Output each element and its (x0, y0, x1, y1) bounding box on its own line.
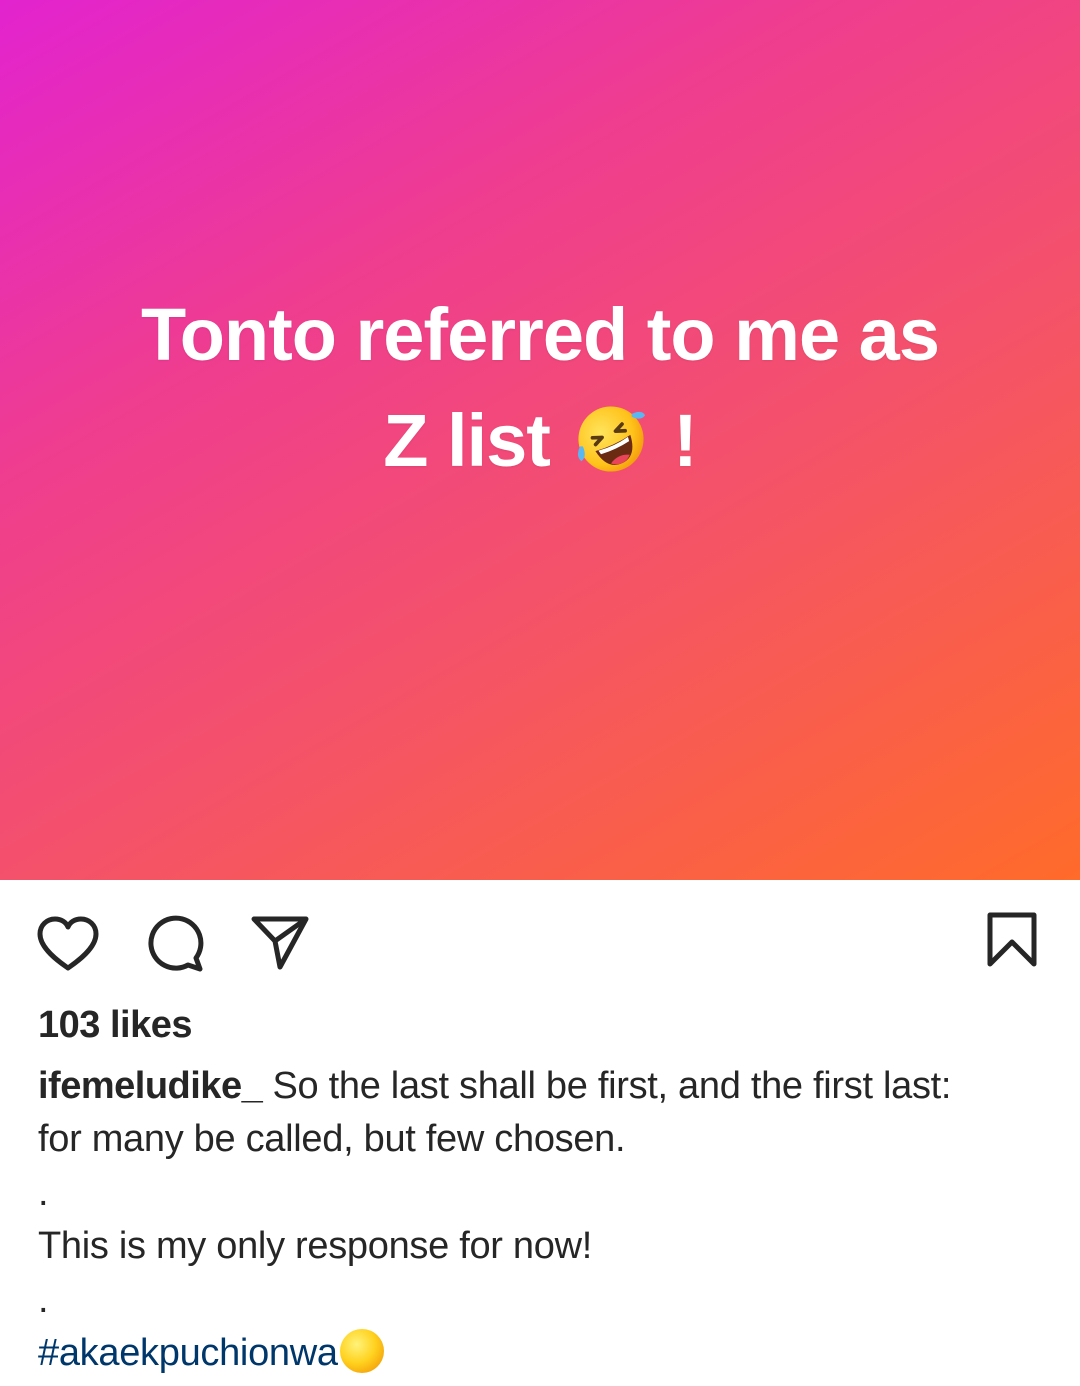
post-image-text: Tonto referred to me as Z list ! (60, 282, 1020, 494)
caption-text-line2: for many be called, but few chosen. (38, 1118, 626, 1160)
caption-separator-1: . (38, 1172, 49, 1214)
post-action-bar (0, 880, 1080, 1000)
send-icon[interactable] (250, 914, 310, 972)
post-image[interactable]: Tonto referred to me as Z list ! (0, 0, 1080, 880)
comment-icon[interactable] (144, 914, 204, 972)
caption-text-line1: So the last shall be first, and the firs… (272, 1065, 952, 1107)
bookmark-icon[interactable] (986, 912, 1038, 968)
heart-icon[interactable] (36, 916, 100, 972)
post-image-text-line2: Z list ! (60, 388, 1020, 494)
caption-first-line: ifemeludike_ So the last shall be first,… (38, 1060, 1048, 1113)
caption-hashtag-line: #akaekpuchionwa (38, 1327, 1048, 1380)
yellow-circle-emoji-icon (339, 1329, 384, 1373)
post-image-text-line2-words: Z list (383, 399, 551, 482)
post-image-text-line1: Tonto referred to me as (140, 293, 940, 376)
rolling-laughing-emoji-icon (577, 406, 645, 472)
post-image-text-exclamation: ! (673, 399, 698, 482)
caption-separator-2: . (38, 1279, 49, 1321)
caption-hashtag[interactable]: #akaekpuchionwa (38, 1332, 338, 1374)
caption-text-line3: This is my only response for now! (38, 1225, 592, 1267)
caption-username[interactable]: ifemeludike_ (38, 1065, 263, 1107)
likes-count[interactable]: 103 likes (38, 1004, 192, 1047)
post-caption: ifemeludike_ So the last shall be first,… (38, 1060, 1048, 1380)
